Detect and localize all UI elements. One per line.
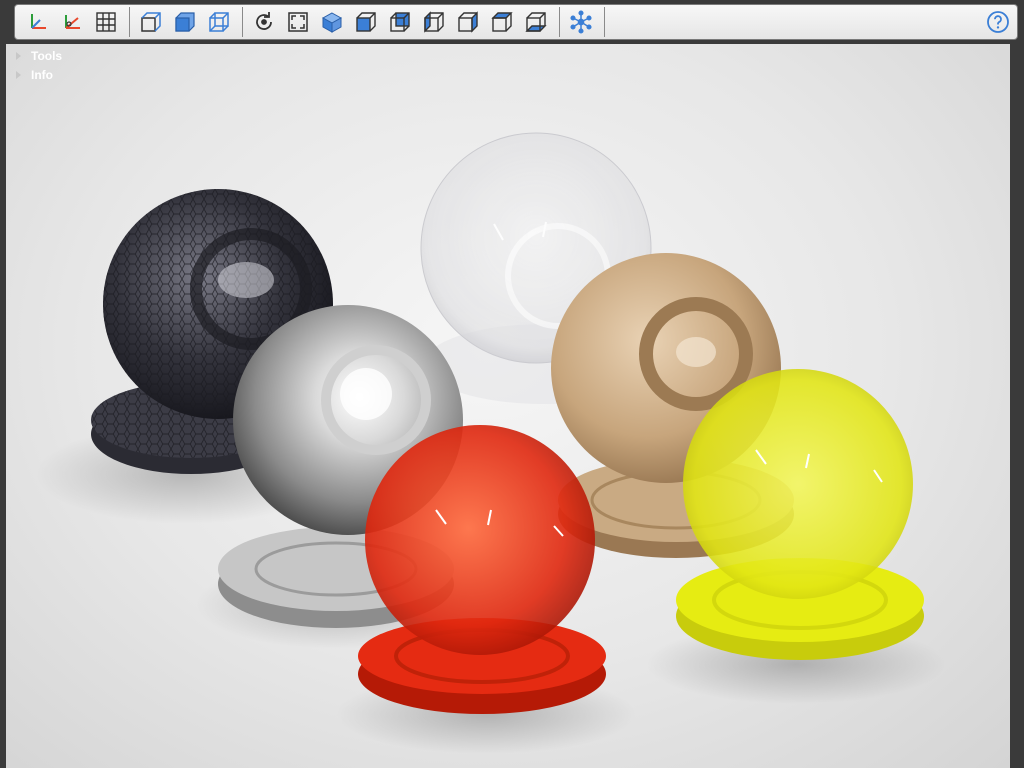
- toolbar-separator: [129, 7, 130, 37]
- view-right-icon[interactable]: [453, 7, 483, 37]
- panel-list: Tools Info: [16, 46, 62, 84]
- cube-perspective-icon[interactable]: [136, 7, 166, 37]
- expand-triangle-icon[interactable]: [16, 70, 21, 79]
- toolbar-separator: [559, 7, 560, 37]
- panel-tools-label: Tools: [31, 48, 63, 63]
- help-icon[interactable]: [983, 7, 1013, 37]
- red-glass-sphere[interactable]: [358, 425, 606, 714]
- view-back-icon[interactable]: [385, 7, 415, 37]
- view-bottom-icon[interactable]: [521, 7, 551, 37]
- rotate-icon[interactable]: [249, 7, 279, 37]
- view-iso-icon[interactable]: [317, 7, 347, 37]
- grid-icon[interactable]: [91, 7, 121, 37]
- material-scene: [36, 132, 946, 754]
- toolbar-separator: [242, 7, 243, 37]
- yellow-glass-sphere[interactable]: [676, 369, 924, 660]
- 3d-viewport[interactable]: Tools Info: [6, 44, 1010, 768]
- panel-info-label: Info: [31, 67, 53, 82]
- view-left-icon[interactable]: [419, 7, 449, 37]
- axes-icon[interactable]: [23, 7, 53, 37]
- view-front-icon[interactable]: [351, 7, 381, 37]
- panel-info[interactable]: Info: [16, 65, 62, 84]
- network-icon[interactable]: [566, 7, 596, 37]
- view-top-icon[interactable]: [487, 7, 517, 37]
- toolbar: [14, 4, 1018, 40]
- toolbar-separator: [604, 7, 605, 37]
- fit-view-icon[interactable]: [283, 7, 313, 37]
- axes-reset-icon[interactable]: [57, 7, 87, 37]
- expand-triangle-icon[interactable]: [16, 51, 21, 60]
- panel-tools[interactable]: Tools: [16, 46, 62, 65]
- cube-solid-icon[interactable]: [170, 7, 200, 37]
- cube-wireframe-icon[interactable]: [204, 7, 234, 37]
